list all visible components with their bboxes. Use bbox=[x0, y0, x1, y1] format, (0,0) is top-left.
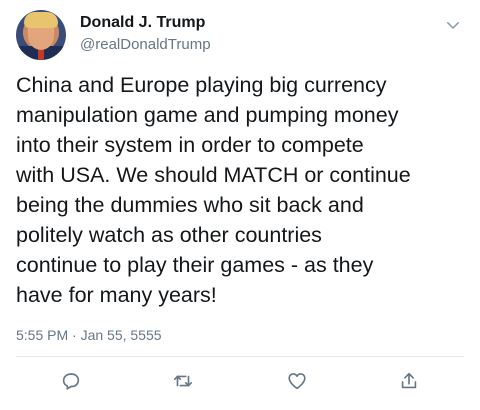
action-bar bbox=[0, 370, 480, 400]
heart-icon bbox=[286, 370, 308, 397]
retweet-button[interactable] bbox=[170, 370, 196, 396]
reply-button[interactable] bbox=[58, 370, 84, 396]
avatar[interactable] bbox=[16, 10, 66, 60]
tweet-timestamp[interactable]: 5:55 PM · Jan 55, 5555 bbox=[16, 327, 162, 343]
divider bbox=[16, 356, 464, 357]
reply-icon bbox=[60, 370, 82, 397]
tweet-card: Donald J. Trump @realDonaldTrump China a… bbox=[0, 0, 480, 410]
retweet-icon bbox=[172, 370, 194, 397]
display-name[interactable]: Donald J. Trump bbox=[80, 14, 205, 32]
user-handle[interactable]: @realDonaldTrump bbox=[80, 36, 211, 53]
share-button[interactable] bbox=[396, 370, 422, 396]
tweet-header: Donald J. Trump @realDonaldTrump bbox=[16, 10, 464, 66]
chevron-down-icon[interactable] bbox=[444, 16, 462, 34]
tweet-text: China and Europe playing big currency ma… bbox=[16, 73, 411, 307]
share-icon bbox=[398, 370, 420, 397]
avatar-hair bbox=[24, 12, 58, 28]
like-button[interactable] bbox=[284, 370, 310, 396]
